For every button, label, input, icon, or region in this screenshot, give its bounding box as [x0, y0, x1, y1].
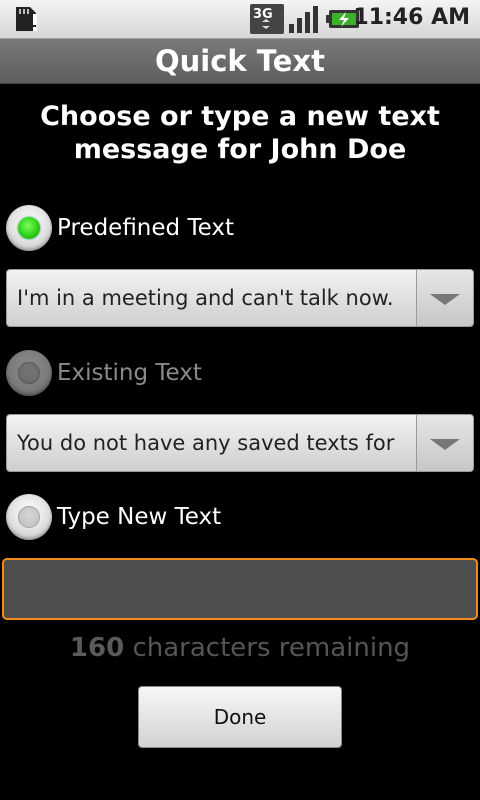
type-new-text-label: Type New Text: [57, 504, 222, 530]
existing-text-dropdown[interactable]: You do not have any saved texts for: [6, 414, 474, 472]
characters-remaining-count: 160: [69, 633, 125, 663]
clock: 11:46 AM: [353, 5, 470, 30]
status-bar: 3G 11:46 AM: [0, 0, 480, 39]
existing-text-label: Existing Text: [57, 360, 202, 386]
done-button[interactable]: Done: [138, 686, 342, 748]
chevron-down-icon: [430, 439, 460, 450]
predefined-text-dropdown[interactable]: I'm in a meeting and can't talk now.: [6, 269, 474, 327]
radio-unselected-indicator: [18, 362, 40, 384]
dropdown-button[interactable]: [416, 270, 473, 326]
radio-unselected-indicator: [18, 506, 40, 528]
radio-button-predefined[interactable]: [6, 205, 52, 251]
existing-text-value: You do not have any saved texts for: [17, 431, 395, 455]
chevron-down-icon: [430, 294, 460, 305]
sdcard-alert-icon: [12, 4, 42, 38]
predefined-text-value: I'm in a meeting and can't talk now.: [17, 286, 394, 310]
3g-data-icon: 3G: [250, 4, 284, 38]
radio-button-new[interactable]: [6, 494, 52, 540]
instruction-heading: Choose or type a new text message for Jo…: [40, 101, 440, 165]
character-counter: 160 characters remaining: [0, 633, 480, 663]
radio-button-existing[interactable]: [6, 350, 52, 396]
characters-remaining-text: characters remaining: [132, 633, 411, 663]
page-title: Quick Text: [155, 44, 325, 78]
signal-icon: [288, 4, 322, 38]
dropdown-button[interactable]: [416, 415, 473, 471]
radio-selected-indicator: [18, 217, 40, 239]
predefined-text-label: Predefined Text: [57, 215, 234, 241]
network-type-label: 3G: [253, 7, 273, 22]
title-bar: Quick Text: [0, 39, 480, 84]
new-text-input[interactable]: [2, 558, 478, 620]
